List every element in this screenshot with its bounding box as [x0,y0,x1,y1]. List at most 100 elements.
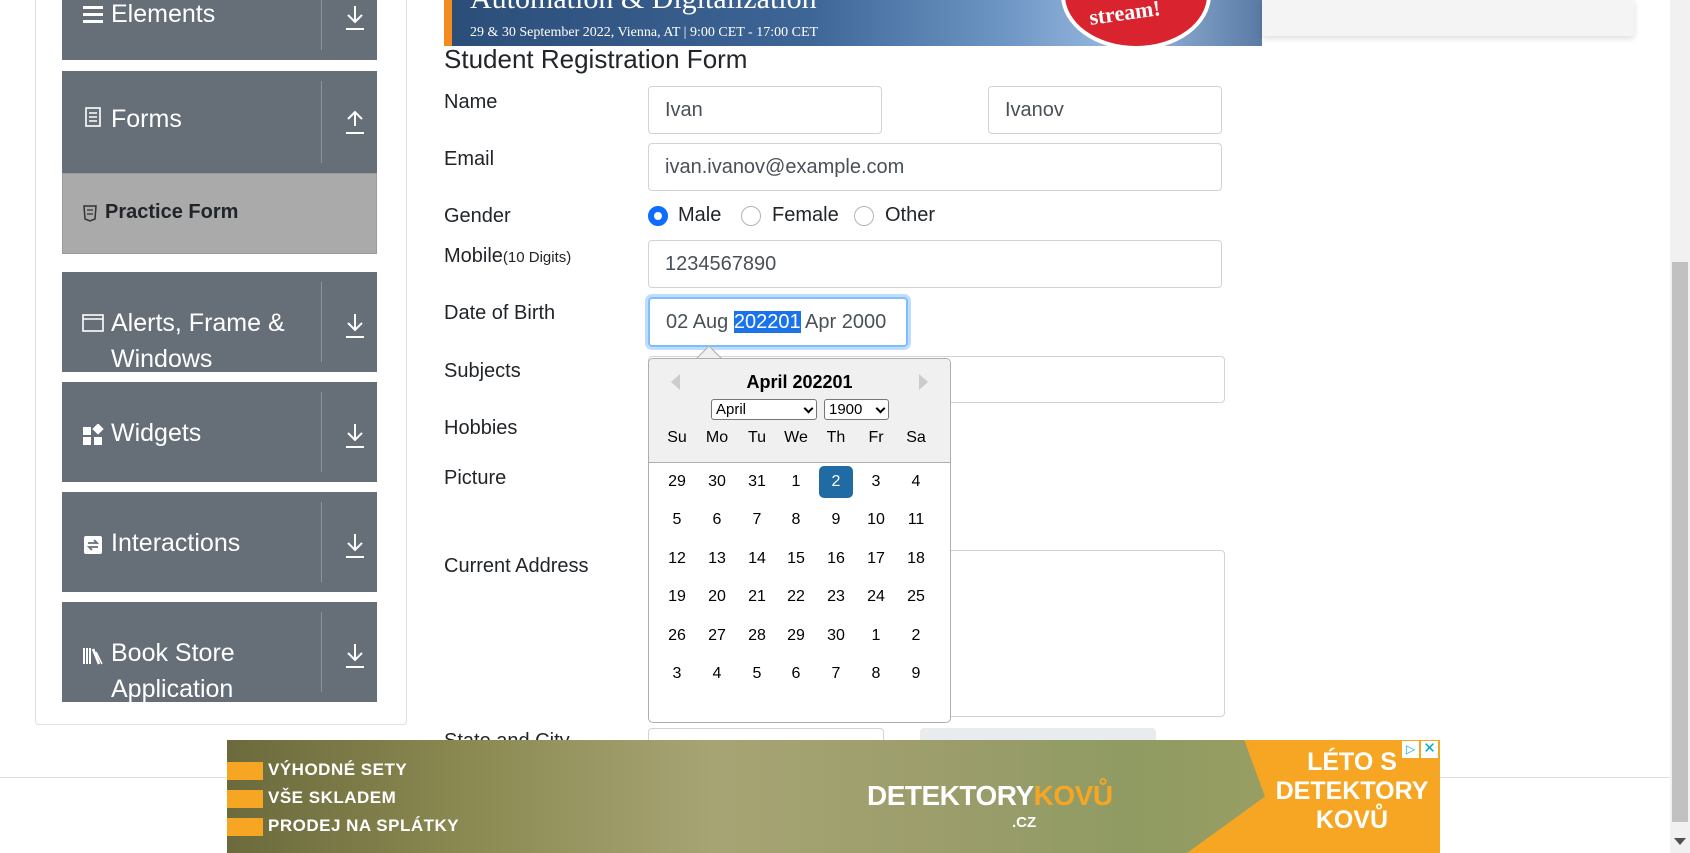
calendar-day[interactable]: 19 [660,581,694,613]
sidebar-group-forms[interactable]: Forms [62,71,377,173]
widgets-icon [83,424,104,445]
gender-female-radio[interactable] [741,206,761,226]
weekday-header: We [784,429,808,446]
sidebar-group-alerts[interactable]: Alerts, Frame & Windows [62,272,377,373]
gender-female-label[interactable]: Female [772,204,839,227]
calendar-day[interactable]: 30 [819,620,853,652]
scrollbar-thumb[interactable] [1672,262,1688,822]
gender-male-label[interactable]: Male [678,204,721,227]
calendar-day[interactable]: 30 [700,466,734,498]
scroll-down-arrow-icon[interactable] [1674,838,1686,845]
sidebar-group-label: Interactions [111,529,241,557]
calendar-day[interactable]: 29 [660,466,694,498]
banner-badge: stream! [1061,0,1211,46]
banner-title: Automation & Digitalization [470,0,817,16]
calendar-day[interactable]: 16 [819,543,853,575]
sidebar-group-label: Widgets [111,419,202,447]
name-label: Name [444,91,498,113]
datepicker-popup: April 202201 April 1900 Su Mo Tu We Th F… [648,358,951,723]
calendar-day[interactable]: 6 [700,504,734,536]
calendar-day[interactable]: 4 [700,658,734,690]
calendar-day[interactable]: 3 [859,466,893,498]
mobile-input[interactable]: 1234567890 [648,240,1222,288]
ad-logo-domain: .CZ [1012,814,1037,831]
close-icon[interactable]: ✕ [1421,741,1438,758]
download-arrow-icon[interactable] [344,422,366,450]
calendar-day[interactable]: 18 [899,543,933,575]
calendar-day[interactable]: 2 [899,620,933,652]
calendar-day[interactable]: 21 [740,581,774,613]
first-name-input[interactable]: Ivan [648,86,882,134]
gender-other-radio[interactable] [854,206,874,226]
gender-male-radio[interactable] [648,206,668,226]
picture-label: Picture [444,467,507,489]
calendar-day[interactable]: 24 [859,581,893,613]
calendar-day[interactable]: 8 [779,504,813,536]
top-banner-ad[interactable]: Automation & Digitalization 29 & 30 Sept… [444,0,1354,46]
calendar-day[interactable]: 25 [899,581,933,613]
calendar-day-selected[interactable]: 2 [819,466,853,498]
calendar-day[interactable]: 29 [779,620,813,652]
calendar-day[interactable]: 31 [740,466,774,498]
current-address-label: Current Address [444,555,589,577]
email-field[interactable]: ivan.ivanov@example.com [648,143,1222,191]
sidebar-item-practice-form[interactable]: Practice Form [62,173,377,254]
upload-arrow-icon[interactable] [344,108,366,136]
gender-other-label[interactable]: Other [885,204,935,227]
calendar-day[interactable]: 5 [740,658,774,690]
download-arrow-icon[interactable] [344,312,366,340]
sidebar-item-label: Practice Form [105,201,239,223]
last-name-input[interactable]: Ivanov [988,86,1222,134]
mobile-label: Mobile(10 Digits) [444,245,572,267]
calendar-day[interactable]: 20 [700,581,734,613]
download-arrow-icon[interactable] [344,532,366,560]
calendar-day[interactable]: 1 [859,620,893,652]
weekday-header: Fr [868,429,884,446]
month-select[interactable]: April [711,399,817,420]
calendar-day[interactable]: 11 [899,504,933,536]
sidebar-group-label: Elements [111,0,216,28]
date-of-birth-input[interactable]: 02 Aug 202201 Apr 2000 [648,297,908,347]
calendar-day[interactable]: 7 [819,658,853,690]
interactions-icon [84,536,102,554]
adchoices-icon[interactable]: ▷ [1402,741,1419,758]
sidebar-group-interactions[interactable]: Interactions [62,492,377,592]
calendar-day[interactable]: 3 [660,658,694,690]
calendar-day[interactable]: 5 [660,504,694,536]
weekday-header: Sa [906,429,926,446]
calendar-day[interactable]: 27 [700,620,734,652]
calendar-day[interactable]: 1 [779,466,813,498]
sidebar-group-label: Forms [111,105,182,133]
calendar-day[interactable]: 22 [779,581,813,613]
calendar-day[interactable]: 14 [740,543,774,575]
ad-logo: DETEKTORYKOVŮ [867,780,1113,811]
weekday-header: Tu [747,429,767,446]
calendar-day[interactable]: 26 [660,620,694,652]
calendar-day[interactable]: 13 [700,543,734,575]
download-arrow-icon[interactable] [344,4,366,32]
calendar-day[interactable]: 6 [779,658,813,690]
calendar-day[interactable]: 28 [740,620,774,652]
state-city-label: State and City [444,730,570,740]
sidebar-group-elements[interactable]: Elements [62,0,377,60]
calendar-day[interactable]: 12 [660,543,694,575]
calendar-day[interactable]: 4 [899,466,933,498]
sidebar-group-book-store[interactable]: Book Store Application [62,602,377,703]
calendar-day[interactable]: 9 [899,658,933,690]
calendar-day[interactable]: 17 [859,543,893,575]
calendar-day[interactable]: 7 [740,504,774,536]
sidebar-group-widgets[interactable]: Widgets [62,382,377,482]
ad-line: PRODEJ NA SPLÁTKY [268,816,460,835]
download-arrow-icon[interactable] [344,642,366,670]
books-icon [83,648,103,665]
calendar-day[interactable]: 23 [819,581,853,613]
calendar-day[interactable]: 8 [859,658,893,690]
calendar-day[interactable]: 10 [859,504,893,536]
bottom-banner-ad[interactable]: VÝHODNÉ SETY VŠE SKLADEM PRODEJ NA SPLÁT… [227,740,1440,853]
calendar-day[interactable]: 15 [779,543,813,575]
year-select[interactable]: 1900 [824,399,889,420]
email-label: Email [444,148,495,170]
gender-label: Gender [444,205,511,227]
calendar-day[interactable]: 9 [819,504,853,536]
datepicker-title: April 202201 [746,372,853,392]
